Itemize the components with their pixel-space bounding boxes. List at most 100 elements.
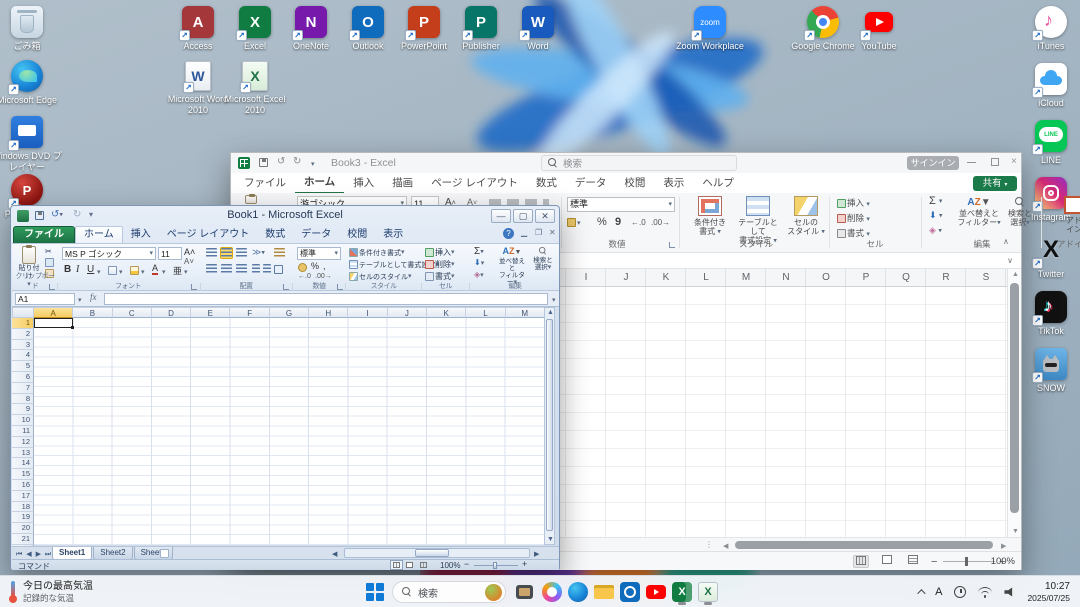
vertical-scroll-thumb[interactable]: [546, 319, 553, 531]
excel2010-grid[interactable]: [34, 318, 544, 545]
column-header[interactable]: B: [73, 307, 112, 318]
clear-button[interactable]: ◈ ▾: [929, 225, 942, 236]
sheet-hscroll-thumb[interactable]: [415, 549, 449, 557]
excel-2010-taskbar-icon[interactable]: X: [698, 582, 718, 602]
scroll-up-icon[interactable]: ▲: [1012, 271, 1019, 278]
ribbon-tab[interactable]: 校閲: [339, 227, 375, 243]
normal-view-button[interactable]: [390, 560, 403, 570]
row-header[interactable]: 6: [12, 372, 34, 383]
desktop-icon-dvd-player[interactable]: ↗ Windows DVD プレイヤー: [0, 116, 62, 172]
insert-cells-button[interactable]: 挿入 ▾: [837, 197, 870, 210]
column-header[interactable]: E: [191, 307, 230, 318]
page-layout-view-button[interactable]: [879, 555, 895, 568]
youtube-icon[interactable]: [646, 582, 666, 602]
scroll-right-icon[interactable]: ▶: [1001, 542, 1006, 550]
font-color-icon[interactable]: A: [152, 263, 158, 275]
row-header[interactable]: 13: [12, 448, 34, 459]
desktop-icon-excel-2010[interactable]: X↗ Microsoft Excel 2010: [220, 60, 290, 115]
edge-icon[interactable]: [568, 582, 588, 602]
ribbon-tab[interactable]: 描画: [383, 174, 422, 193]
number-dialog-launcher[interactable]: [669, 242, 675, 248]
insert-cells-button[interactable]: 挿入▾: [425, 248, 455, 258]
ribbon-tab[interactable]: 数式: [257, 227, 293, 243]
column-header[interactable]: P: [846, 269, 886, 287]
scroll-down-icon[interactable]: ▼: [547, 536, 554, 543]
find-select-button[interactable]: 検索と選択▾: [529, 246, 557, 271]
align-right-icon[interactable]: [236, 264, 247, 274]
hscroll-right-icon[interactable]: ▶: [534, 550, 540, 558]
row-header[interactable]: 19: [12, 512, 34, 523]
column-header[interactable]: J: [388, 307, 427, 318]
ribbon-tab[interactable]: ヘルプ: [693, 174, 743, 193]
zoom-in-button[interactable]: +: [522, 559, 527, 569]
row-header[interactable]: 15: [12, 469, 34, 480]
column-header[interactable]: I: [566, 269, 606, 287]
column-header[interactable]: O: [806, 269, 846, 287]
row-header[interactable]: 12: [12, 437, 34, 448]
column-header[interactable]: L: [466, 307, 505, 318]
font-dialog-launcher[interactable]: [191, 284, 197, 290]
merge-center-icon[interactable]: [274, 265, 283, 274]
start-button[interactable]: [366, 583, 384, 601]
decrease-decimal-icon[interactable]: .00→: [315, 273, 332, 280]
excel2010-titlebar[interactable]: ↺▾ ↻ ▾ Book1 - Microsoft Excel — ▢ ✕: [11, 206, 559, 226]
sheet-splitter-icon[interactable]: ⋮: [705, 540, 713, 549]
column-header[interactable]: M: [726, 269, 766, 287]
fill-button[interactable]: ⬇▾: [474, 258, 484, 267]
sheet-hscroll-track[interactable]: [344, 548, 530, 558]
desktop-icon-tiktok[interactable]: ♪ ↗ TikTok: [1016, 291, 1080, 337]
modern-titlebar[interactable]: ↺ ↻ ▾ Book3 - Excel 検索 サインイン ×: [231, 153, 1021, 173]
percent-format-icon[interactable]: %: [311, 261, 319, 271]
number-dialog-launcher[interactable]: [337, 284, 343, 290]
find-select-button[interactable]: 検索と選択▾: [1001, 197, 1039, 227]
sheet-nav-icons[interactable]: ⏮ ◀ ▶ ⏭: [16, 550, 52, 559]
close-button[interactable]: ×: [1011, 156, 1017, 167]
weather-widget[interactable]: 今日の最高気温 記録的な気温: [8, 581, 93, 603]
row-header[interactable]: 11: [12, 426, 34, 437]
column-header[interactable]: K: [646, 269, 686, 287]
autosum-button[interactable]: Σ ▾: [929, 195, 942, 207]
ribbon-tab[interactable]: 校閲: [615, 174, 654, 193]
modern-vertical-scrollbar[interactable]: ▲ ▼: [1007, 269, 1021, 537]
column-header[interactable]: D: [152, 307, 191, 318]
ribbon-tab[interactable]: ファイル: [235, 174, 295, 193]
italic-button[interactable]: I: [76, 264, 79, 275]
maximize-button[interactable]: ▢: [513, 209, 533, 223]
share-button[interactable]: 共有 ▾: [973, 176, 1017, 191]
row-header[interactable]: 4: [12, 350, 34, 361]
row-header[interactable]: 5: [12, 361, 34, 372]
column-header[interactable]: N: [766, 269, 806, 287]
comma-format-icon[interactable]: 9: [615, 216, 621, 228]
borders-icon[interactable]: [108, 266, 117, 275]
column-header[interactable]: J: [606, 269, 646, 287]
clock-widget[interactable]: 10:27 2025/07/25: [1027, 581, 1070, 603]
search-box[interactable]: 検索: [541, 155, 737, 171]
column-header[interactable]: H: [309, 307, 348, 318]
zoom-out-button[interactable]: −: [464, 559, 469, 569]
doc-restore-icon[interactable]: ❐: [535, 228, 542, 237]
desktop-icon-zoom[interactable]: zoom↗ Zoom Workplace: [675, 6, 745, 52]
page-layout-view-button[interactable]: [406, 561, 413, 570]
page-break-view-button[interactable]: [905, 555, 921, 568]
delete-cells-button[interactable]: 削除 ▾: [837, 212, 870, 225]
minimize-button[interactable]: —: [491, 209, 511, 223]
active-cell-a1[interactable]: [34, 318, 73, 328]
increase-indent-icon[interactable]: [263, 264, 271, 274]
sort-filter-button[interactable]: AZ▼ 並べ替えとフィルター▾: [957, 197, 1001, 227]
help-icon[interactable]: ?: [503, 228, 514, 239]
undo-icon[interactable]: ↺: [277, 156, 285, 167]
desktop-icon-line[interactable]: LINE ↗ LINE: [1016, 120, 1080, 166]
formula-bar-expand-icon[interactable]: ∨: [1007, 256, 1013, 265]
zoom-slider-thumb[interactable]: [965, 557, 968, 566]
grow-font-icon[interactable]: A˄: [184, 247, 195, 257]
column-header[interactable]: A: [34, 307, 73, 318]
ribbon-tab[interactable]: 挿入: [344, 174, 383, 193]
row-header[interactable]: 2: [12, 329, 34, 340]
desktop-icon-snow[interactable]: ↗ SNOW: [1016, 348, 1080, 394]
comma-format-icon[interactable]: ,: [323, 261, 326, 271]
name-box[interactable]: A1: [15, 293, 75, 305]
name-box-caret[interactable]: ▾: [78, 296, 82, 304]
paste-icon[interactable]: [241, 195, 261, 205]
maximize-button[interactable]: [991, 158, 999, 166]
minimize-button[interactable]: [967, 162, 976, 163]
